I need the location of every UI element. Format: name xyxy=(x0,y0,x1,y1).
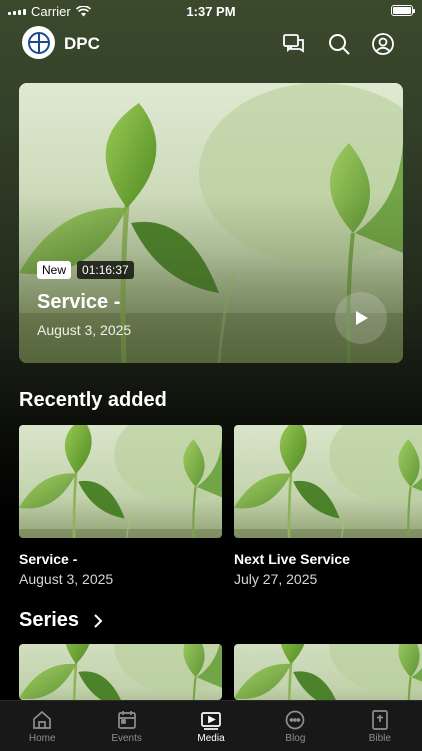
tab-label: Media xyxy=(197,733,225,744)
media-thumbnail xyxy=(19,425,222,538)
tab-label: Bible xyxy=(368,733,391,744)
tab-media[interactable]: Media xyxy=(169,701,253,751)
battery-icon xyxy=(391,5,415,16)
featured-media-card[interactable]: New 01:16:37 Service - August 3, 2025 xyxy=(19,83,403,363)
home-icon xyxy=(33,710,52,729)
church-logo[interactable] xyxy=(22,26,55,59)
recently-added-title: Recently added xyxy=(19,389,167,411)
top-header: DPC xyxy=(0,26,422,62)
chat-bubble-icon xyxy=(286,710,305,730)
logo-cross-icon xyxy=(27,31,50,54)
bottom-tab-bar: Home Events Media Blog Bible xyxy=(0,700,422,751)
media-card[interactable]: Next Live Service July 27, 2025 xyxy=(234,425,422,587)
tab-label: Home xyxy=(28,733,56,744)
hero-date: August 3, 2025 xyxy=(37,322,132,338)
chevron-right-icon xyxy=(94,613,103,628)
tab-label: Blog xyxy=(285,733,306,744)
series-title: Series xyxy=(19,609,80,631)
tab-blog[interactable]: Blog xyxy=(253,701,337,751)
tab-home[interactable]: Home xyxy=(0,701,84,751)
media-title: Service - xyxy=(19,551,78,567)
tab-events[interactable]: Events xyxy=(84,701,168,751)
series-header[interactable]: Series xyxy=(19,609,103,632)
series-thumbnail[interactable] xyxy=(234,644,422,700)
play-icon xyxy=(356,311,368,325)
duration-badge: 01:16:37 xyxy=(77,261,134,279)
search-icon[interactable] xyxy=(327,32,351,56)
media-title: Next Live Service xyxy=(234,551,350,567)
tab-bible[interactable]: Bible xyxy=(338,701,422,751)
profile-icon[interactable] xyxy=(371,32,395,56)
tab-label: Events xyxy=(111,733,142,744)
hero-title: Service - xyxy=(37,291,121,313)
series-thumbnail[interactable] xyxy=(19,644,222,700)
media-play-icon xyxy=(201,712,221,730)
calendar-icon xyxy=(117,711,136,729)
new-badge: New xyxy=(37,261,72,279)
app-name: DPC xyxy=(64,34,100,53)
media-date: August 3, 2025 xyxy=(19,571,114,587)
chat-icon[interactable] xyxy=(282,32,306,56)
play-button[interactable] xyxy=(335,292,387,344)
bible-icon xyxy=(371,710,388,730)
status-bar: Carrier 1:37 PM xyxy=(0,0,422,22)
hero-badges: New 01:16:37 xyxy=(37,261,134,279)
media-card[interactable]: Service - August 3, 2025 xyxy=(19,425,222,587)
status-time: 1:37 PM xyxy=(186,4,236,19)
media-thumbnail xyxy=(234,425,422,538)
media-date: July 27, 2025 xyxy=(234,571,318,587)
